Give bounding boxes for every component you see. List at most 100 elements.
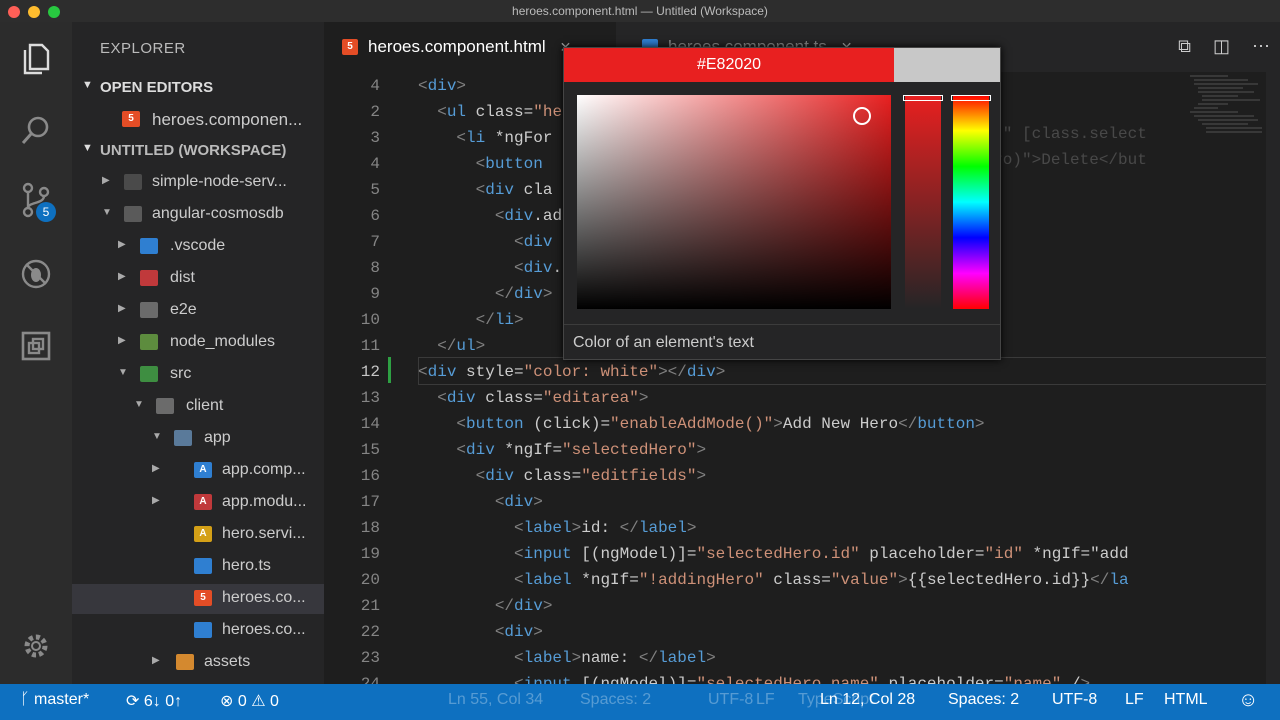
html5-file-icon: 5 bbox=[194, 590, 212, 606]
code-line: <input [(ngModel)]="selectedHero.id" pla… bbox=[514, 545, 1129, 563]
explorer-icon[interactable] bbox=[0, 30, 72, 86]
settings-gear-icon[interactable] bbox=[0, 618, 72, 674]
line-number: 21 bbox=[360, 597, 380, 615]
opacity-slider[interactable] bbox=[903, 95, 943, 309]
tree-file-hero-ts[interactable]: hero.ts bbox=[72, 552, 324, 582]
code-line: </li> bbox=[475, 311, 524, 329]
tree-folder-angular-cosmosdb[interactable]: ▼ angular-cosmosdb bbox=[72, 200, 324, 230]
encoding[interactable]: UTF-8 bbox=[1052, 691, 1097, 709]
search-icon[interactable] bbox=[0, 102, 72, 158]
more-actions-icon[interactable]: ⋯ bbox=[1252, 36, 1270, 56]
ghost-status: UTF-8 bbox=[708, 691, 754, 708]
code-line: <button bbox=[475, 155, 543, 173]
feedback-smiley-icon[interactable]: ☺ bbox=[1238, 689, 1258, 712]
chevron-down-icon: ▼ bbox=[102, 207, 112, 218]
tree-folder-assets[interactable]: ▶ assets bbox=[72, 648, 324, 678]
dist-folder-icon bbox=[140, 270, 158, 286]
line-number: 18 bbox=[360, 519, 380, 537]
chevron-down-icon: ▼ bbox=[118, 367, 128, 378]
open-editors-section[interactable]: ▼ OPEN EDITORS bbox=[72, 75, 324, 101]
folder-icon bbox=[124, 206, 142, 222]
git-change-marker bbox=[388, 357, 391, 383]
open-editor-item[interactable]: 5 heroes.componen... bbox=[72, 105, 324, 135]
tree-folder-node-modules[interactable]: ▶ node_modules bbox=[72, 328, 324, 358]
tree-file-app-module[interactable]: ▶ A app.modu... bbox=[72, 488, 324, 518]
line-number: 15 bbox=[360, 441, 380, 459]
color-picker-widget: #E82020 Color of an element's text bbox=[563, 47, 1001, 360]
code-line: <div> bbox=[494, 493, 543, 511]
tree-folder-simple-node-server[interactable]: ▶ simple-node-serv... bbox=[72, 168, 324, 198]
tree-folder-client[interactable]: ▼ client bbox=[72, 392, 324, 422]
hue-slider[interactable] bbox=[951, 95, 991, 309]
editor-scrollbar[interactable] bbox=[1266, 72, 1280, 684]
code-line: <div> bbox=[494, 623, 543, 641]
line-number: 2 bbox=[370, 103, 380, 121]
chevron-down-icon: ▼ bbox=[82, 142, 93, 154]
chevron-right-icon: ▶ bbox=[152, 655, 160, 666]
html5-file-icon: 5 bbox=[122, 111, 140, 127]
opacity-handle[interactable] bbox=[903, 95, 943, 101]
tree-file-hero-service[interactable]: A hero.servi... bbox=[72, 520, 324, 550]
ghost-status: LF bbox=[756, 691, 775, 708]
line-number: 22 bbox=[360, 623, 380, 641]
code-line: <input [(ngModel)]="selectedHero.name" p… bbox=[514, 675, 1091, 684]
extensions-icon[interactable] bbox=[0, 318, 72, 374]
tree-file-heroes-component-html[interactable]: 5 heroes.co... bbox=[72, 584, 324, 614]
error-icon: ⊗ bbox=[220, 693, 238, 710]
cursor-position[interactable]: Ln 12, Col 28 bbox=[820, 691, 915, 709]
chevron-down-icon: ▼ bbox=[134, 399, 144, 410]
saturation-handle[interactable] bbox=[853, 107, 871, 125]
title-bar: heroes.component.html — Untitled (Worksp… bbox=[0, 0, 1280, 23]
workspace-section[interactable]: ▼ UNTITLED (WORKSPACE) bbox=[72, 138, 324, 164]
original-color-swatch[interactable] bbox=[894, 48, 1000, 82]
line-number: 12 bbox=[360, 363, 380, 381]
minimap[interactable] bbox=[1188, 72, 1268, 212]
scm-badge: 5 bbox=[36, 202, 56, 222]
typescript-file-icon bbox=[194, 558, 212, 574]
code-line: </div> bbox=[494, 285, 553, 303]
saturation-box[interactable] bbox=[577, 95, 891, 309]
code-line: <div style="color: white"></div> bbox=[418, 363, 726, 381]
color-picker-header: #E82020 bbox=[564, 48, 1000, 82]
open-changes-icon[interactable]: ⧉ bbox=[1178, 36, 1191, 56]
tree-folder-app[interactable]: ▼ app bbox=[72, 424, 324, 454]
code-line: <li *ngFor bbox=[456, 129, 553, 147]
source-control-icon[interactable]: 5 bbox=[0, 172, 72, 228]
indentation[interactable]: Spaces: 2 bbox=[948, 691, 1019, 709]
line-number: 11 bbox=[360, 337, 380, 355]
debug-icon[interactable] bbox=[0, 246, 72, 302]
tree-file-app-component[interactable]: ▶ A app.comp... bbox=[72, 456, 324, 486]
tree-file-heroes-component-ts[interactable]: heroes.co... bbox=[72, 616, 324, 646]
status-bar: ᚴ master* ⟳ 6↓ 0↑ ⊗ 0 ⚠ 0 Ln 55, Col 34 … bbox=[0, 684, 1280, 720]
line-ending[interactable]: LF bbox=[1125, 691, 1144, 709]
app-folder-icon bbox=[174, 430, 192, 446]
window-title: heroes.component.html — Untitled (Worksp… bbox=[512, 4, 768, 18]
sidebar-title: EXPLORER bbox=[100, 40, 186, 57]
angular-file-icon: A bbox=[194, 526, 212, 542]
tree-folder-src[interactable]: ▼ src bbox=[72, 360, 324, 390]
split-editor-icon[interactable]: ◫ bbox=[1213, 36, 1230, 56]
chevron-right-icon: ▶ bbox=[118, 335, 126, 346]
language-mode[interactable]: HTML bbox=[1164, 691, 1208, 709]
chevron-down-icon: ▼ bbox=[82, 79, 93, 91]
tree-folder-dist[interactable]: ▶ dist bbox=[72, 264, 324, 294]
problems-status[interactable]: ⊗ 0 ⚠ 0 bbox=[220, 691, 279, 711]
color-value-display[interactable]: #E82020 bbox=[564, 48, 894, 82]
hue-handle[interactable] bbox=[951, 95, 991, 101]
line-number: 13 bbox=[360, 389, 380, 407]
code-line: <label>id: </label> bbox=[514, 519, 697, 537]
git-branch[interactable]: ᚴ master* bbox=[20, 691, 89, 709]
node-folder-icon bbox=[140, 334, 158, 350]
chevron-right-icon: ▶ bbox=[152, 463, 160, 474]
sync-status[interactable]: ⟳ 6↓ 0↑ bbox=[126, 691, 182, 711]
line-number: 4 bbox=[370, 77, 380, 95]
angular-file-icon: A bbox=[194, 462, 212, 478]
tree-folder-vscode[interactable]: ▶ .vscode bbox=[72, 232, 324, 262]
line-number: 23 bbox=[360, 649, 380, 667]
line-number: 14 bbox=[360, 415, 380, 433]
chevron-down-icon: ▼ bbox=[152, 431, 162, 442]
code-line: <div cla bbox=[475, 181, 553, 199]
typescript-file-icon bbox=[194, 622, 212, 638]
tree-folder-e2e[interactable]: ▶ e2e bbox=[72, 296, 324, 326]
activity-bar: 5 bbox=[0, 22, 72, 684]
